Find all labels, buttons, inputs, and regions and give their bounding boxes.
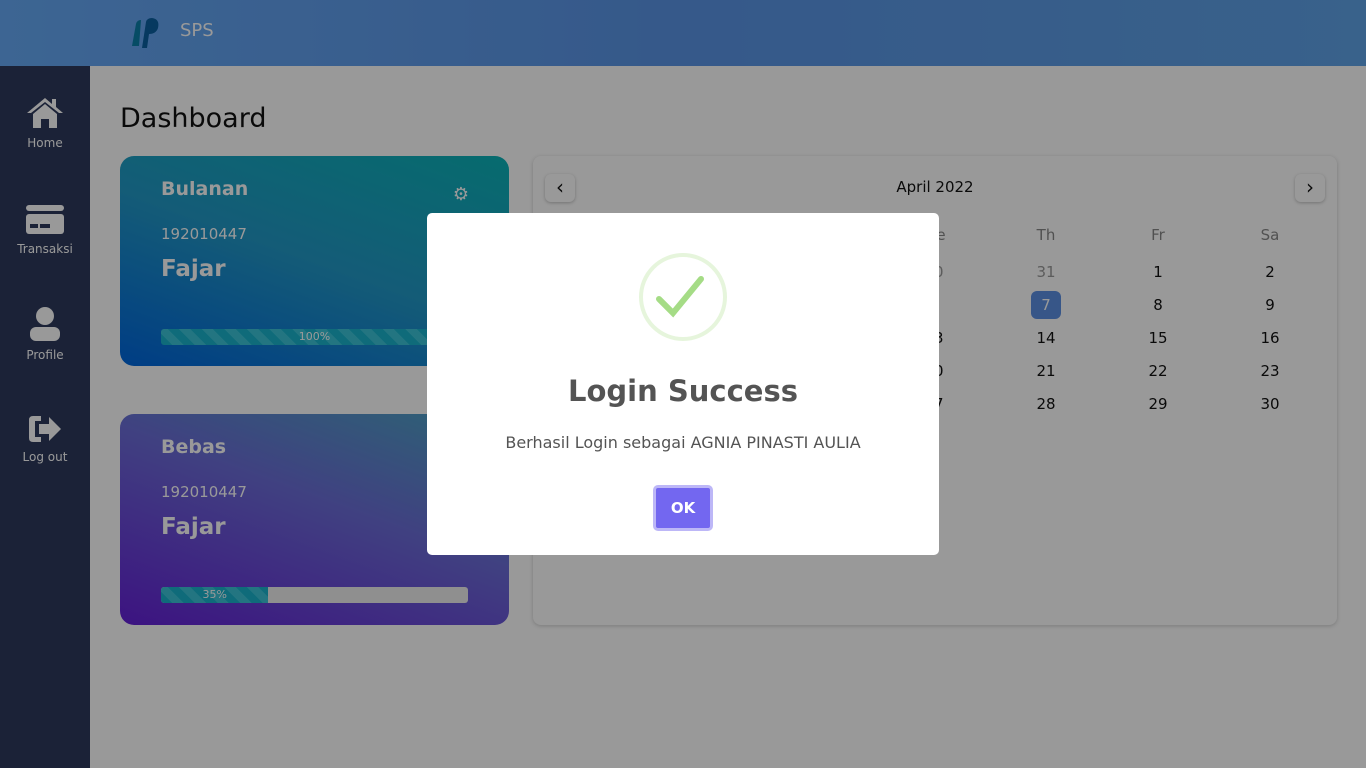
login-success-dialog: Login Success Berhasil Login sebagai AGN… bbox=[427, 213, 939, 555]
dialog-title: Login Success bbox=[568, 374, 798, 408]
success-check-icon bbox=[639, 253, 727, 341]
ok-button[interactable]: OK bbox=[653, 485, 713, 531]
dialog-message: Berhasil Login sebagai AGNIA PINASTI AUL… bbox=[505, 433, 861, 452]
